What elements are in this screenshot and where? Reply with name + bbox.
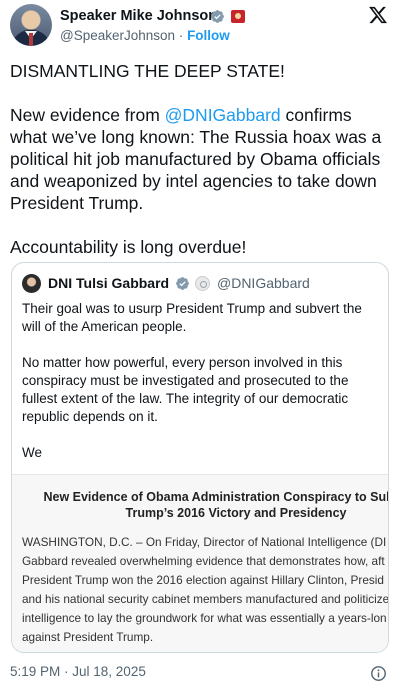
tweet-text: DISMANTLING THE DEEP STATE! New evidence… [10, 60, 390, 258]
tweet-text-before-mention: New evidence from [10, 105, 165, 125]
author-avatar[interactable] [10, 4, 52, 46]
press-release-title: New Evidence of Obama Administration Con… [43, 490, 388, 520]
author-name[interactable]: Speaker Mike Johnson [60, 8, 217, 24]
tweet-paragraph-2: New evidence from @DNIGabbard confirms w… [10, 104, 390, 214]
tweet-paragraph-3: Accountability is long overdue! [10, 237, 247, 257]
quoted-author-handle[interactable]: @DNIGabbard [217, 275, 310, 291]
quoted-paragraph-3: We [22, 445, 43, 460]
tweet-paragraph-1: DISMANTLING THE DEEP STATE! [10, 61, 285, 81]
separator: · [178, 28, 184, 43]
press-release-body: WASHINGTON, D.C. – On Friday, Director o… [22, 535, 389, 644]
quoted-tweet-header: DNI Tulsi Gabbard @DNIGabbard [22, 274, 382, 294]
quoted-tweet[interactable]: DNI Tulsi Gabbard @DNIGabbard Their goal… [11, 262, 389, 653]
follow-button[interactable]: Follow [187, 28, 230, 43]
affiliation-badge-icon[interactable] [231, 10, 245, 23]
quoted-paragraph-2: No matter how powerful, every person inv… [22, 355, 349, 424]
quoted-paragraph-1: Their goal was to usurp President Trump … [22, 301, 362, 334]
tweet-header: Speaker Mike Johnson @SpeakerJohnson · F… [10, 4, 390, 48]
quoted-tweet-text: Their goal was to usurp President Trump … [22, 300, 380, 480]
quoted-author-name[interactable]: DNI Tulsi Gabbard [48, 275, 169, 291]
press-release-image[interactable]: New Evidence of Obama Administration Con… [12, 474, 389, 652]
government-badge-icon [195, 276, 210, 291]
mention-link[interactable]: @DNIGabbard [165, 105, 281, 125]
info-icon[interactable] [370, 665, 387, 682]
author-handle[interactable]: @SpeakerJohnson [60, 28, 175, 43]
timestamp[interactable]: 5:19 PM · Jul 18, 2025 [10, 664, 146, 679]
verified-badge-icon [211, 10, 224, 23]
verified-badge-icon [176, 277, 189, 290]
quoted-author-avatar[interactable] [22, 274, 41, 293]
handle-row: @SpeakerJohnson · Follow [60, 28, 230, 43]
x-logo-icon[interactable] [367, 5, 389, 25]
